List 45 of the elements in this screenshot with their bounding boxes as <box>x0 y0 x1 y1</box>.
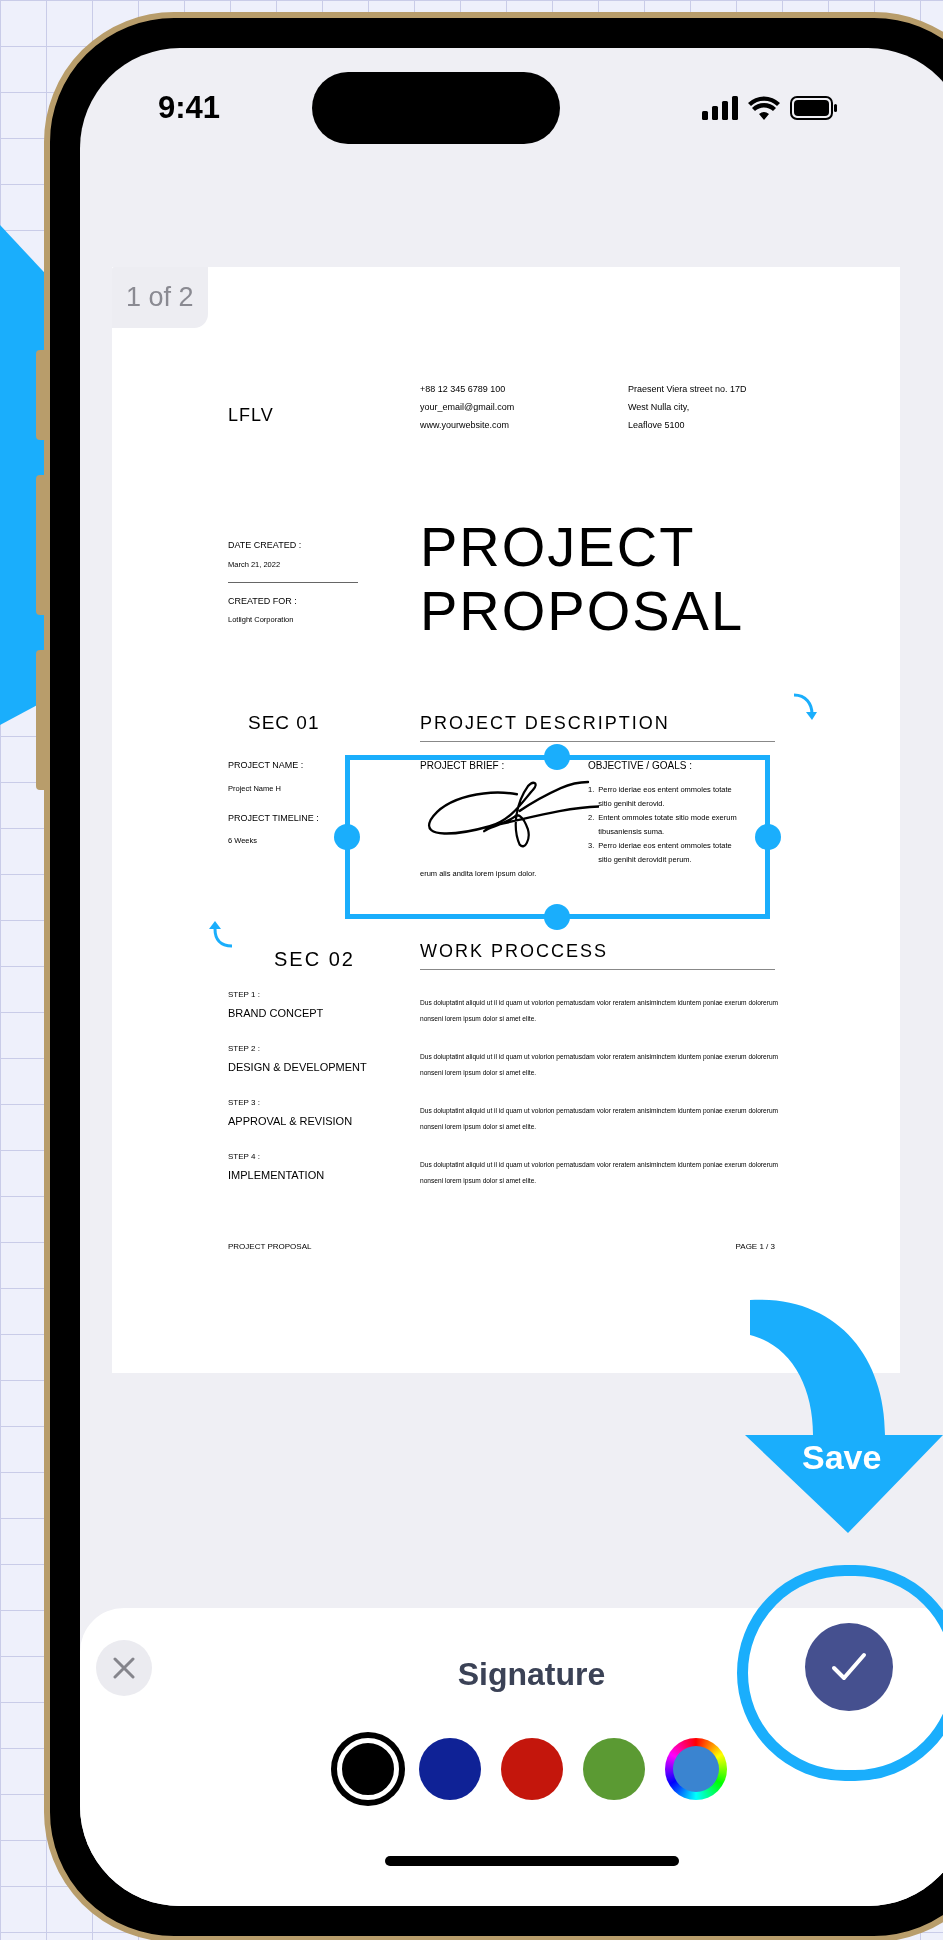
checkmark-icon <box>831 1652 867 1682</box>
step-label: STEP 1 : <box>228 989 261 1001</box>
close-button[interactable] <box>96 1640 152 1696</box>
address-line: West Nulla city, <box>628 401 691 414</box>
field-label: PROJECT NAME : <box>228 759 304 772</box>
save-callout-label: Save <box>802 1437 882 1478</box>
status-time: 9:41 <box>158 88 221 127</box>
field-label: PROJECT TIMELINE : <box>228 811 319 825</box>
step-title: IMPLEMENTATION <box>228 1168 326 1183</box>
contact-line: your_email@gmail.com <box>420 401 516 414</box>
close-icon <box>113 1657 135 1679</box>
resize-handle[interactable] <box>755 824 781 850</box>
section-heading: SEC 02 <box>273 947 356 971</box>
meta-label: CREATED FOR : <box>228 594 298 608</box>
resize-handle[interactable] <box>334 824 360 850</box>
document-title: PROPOSAL <box>420 579 745 643</box>
step-title: DESIGN & DEVELOPMENT <box>228 1060 368 1075</box>
page-number: PAGE 1 / 3 <box>735 1241 775 1253</box>
section-heading: PROJECT DESCRIPTION <box>420 711 775 742</box>
footer-text: PROJECT PROPOSAL <box>228 1241 312 1253</box>
address-line: Leaflove 5100 <box>628 419 686 432</box>
page-badge: 1 of 2 <box>112 267 208 328</box>
step-title: BRAND CONCEPT <box>228 1006 325 1021</box>
section-heading: WORK PROCCESS <box>420 939 775 970</box>
step-label: STEP 3 : <box>228 1097 261 1109</box>
address-line: Praesent Viera street no. 17D <box>628 383 747 396</box>
document-title: PROJECT <box>420 515 697 579</box>
brief-label: PROJECT BRIEF : <box>420 759 505 773</box>
step-label: STEP 2 : <box>228 1043 261 1055</box>
step-title: APPROVAL & REVISION <box>228 1114 354 1129</box>
goals-label: OBJECTIVE / GOALS : <box>588 759 692 773</box>
rotate-icon[interactable] <box>208 919 234 949</box>
meta-label: DATE CREATED : <box>228 539 303 552</box>
signal-icon <box>702 96 738 120</box>
company-logo: LFLV <box>228 404 275 427</box>
contact-line: www.yourwebsite.com <box>420 419 511 432</box>
resize-handle[interactable] <box>544 904 570 930</box>
step-label: STEP 4 : <box>228 1151 261 1163</box>
resize-handle[interactable] <box>544 744 570 770</box>
sheet-title: Signature <box>457 1655 606 1694</box>
rotate-icon[interactable] <box>792 692 818 722</box>
battery-icon <box>790 96 838 120</box>
section-heading: SEC 01 <box>247 711 321 735</box>
contact-line: +88 12 345 6789 100 <box>420 383 507 396</box>
wifi-icon <box>748 96 780 120</box>
